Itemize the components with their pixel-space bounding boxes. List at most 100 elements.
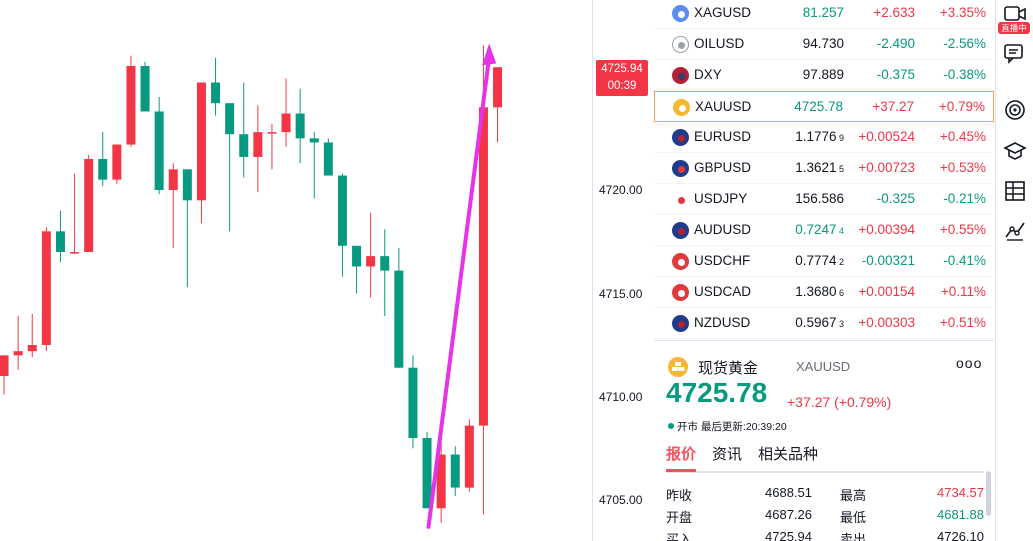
watchlist-change-percent: -0.21%	[943, 191, 986, 206]
candle-body	[380, 256, 390, 271]
candle-body	[225, 103, 235, 135]
watchlist-last-price: 0.5967 3	[795, 315, 844, 330]
watchlist-row[interactable]: XAGUSD 81.257 +2.633 +3.35%	[654, 0, 994, 29]
candle-body	[168, 169, 178, 190]
watchlist-symbol: AUDUSD	[694, 222, 752, 237]
watchlist-row[interactable]: XAUUSD 4725.78 +37.27 +0.79%	[654, 91, 994, 122]
candlestick-chart[interactable]	[0, 0, 592, 541]
watchlist-last-price: 1.3621 5	[795, 160, 844, 175]
strategy-icon[interactable]	[1003, 218, 1027, 242]
stat-value: 4688.51	[765, 485, 812, 500]
candle-body	[464, 425, 474, 488]
candle-body	[239, 134, 249, 157]
us-flag-icon	[672, 67, 689, 84]
tab-related[interactable]: 相关品种	[758, 443, 818, 464]
candle-body	[154, 111, 164, 190]
watchlist-last-price: 97.889	[802, 67, 844, 82]
calendar-icon[interactable]	[1003, 179, 1027, 203]
candle-body	[422, 438, 432, 509]
watchlist-change-percent: -2.56%	[943, 36, 986, 51]
live-badge: 直播中	[998, 22, 1030, 34]
chart-area[interactable]	[0, 0, 592, 541]
price-tick: 4720.00	[599, 183, 643, 197]
watchlist-change: +37.27	[872, 99, 914, 114]
candle-body	[281, 113, 291, 133]
watchlist-row[interactable]: USDCAD 1.3680 6 +0.00154 +0.11%	[654, 277, 994, 308]
scrollbar[interactable]	[986, 471, 991, 516]
candle-body	[408, 367, 418, 438]
nz-flag-icon	[672, 315, 689, 332]
watchlist-change-percent: +0.79%	[938, 99, 985, 114]
watchlist-last-price: 4725.78	[794, 99, 843, 114]
watchlist-last-price: 0.7247 4	[795, 222, 844, 237]
watchlist-row[interactable]: DXY 97.889 -0.375 -0.38%	[654, 60, 994, 91]
active-tab-indicator	[666, 469, 696, 472]
candle-body	[182, 169, 192, 201]
signal-icon[interactable]	[1003, 98, 1027, 122]
candle-body	[211, 82, 221, 104]
candle-body	[253, 132, 263, 157]
watchlist-change-percent: -0.41%	[943, 253, 986, 268]
candle-body	[112, 144, 122, 180]
price-tick: 4705.00	[599, 493, 643, 507]
candle-body	[394, 270, 404, 368]
watchlist-row[interactable]: AUDUSD 0.7247 4 +0.00394 +0.55%	[654, 215, 994, 246]
watchlist-change: -0.00321	[861, 253, 915, 268]
candle-body	[55, 231, 65, 252]
watchlist-symbol: XAUUSD	[695, 99, 752, 114]
watchlist-symbol: DXY	[694, 67, 722, 82]
price-tick: 4710.00	[599, 390, 643, 404]
tab-news[interactable]: 资讯	[712, 443, 742, 464]
more-options-button[interactable]: ooo	[956, 355, 982, 371]
watchlist-row[interactable]: GBPUSD 1.3621 5 +0.00723 +0.53%	[654, 153, 994, 184]
stat-value: 4681.88	[937, 507, 984, 522]
watchlist-change: +0.00524	[858, 129, 915, 144]
candle-body	[98, 159, 108, 180]
watchlist-row[interactable]: USDCHF 0.7774 2 -0.00321 -0.41%	[654, 246, 994, 277]
stat-value: 4725.94	[765, 529, 812, 541]
candle-body	[478, 107, 488, 426]
candle-body	[352, 245, 362, 267]
watchlist[interactable]: XAGUSD 81.257 +2.633 +3.35% OILUSD 94.730 -2.4…	[654, 0, 994, 339]
candle-body	[0, 355, 9, 376]
watchlist-last-price: 1.1776 9	[795, 129, 844, 144]
watchlist-row[interactable]: EURUSD 1.1776 9 +0.00524 +0.45%	[654, 122, 994, 153]
watchlist-symbol: OILUSD	[694, 36, 745, 51]
stat-label: 卖出	[840, 532, 867, 541]
candle-body	[323, 142, 333, 176]
candle-body	[126, 66, 136, 145]
gold-icon	[668, 357, 688, 377]
watchlist-change: +0.00394	[858, 222, 915, 237]
candle-body	[493, 67, 503, 108]
gold-icon	[673, 99, 690, 116]
tab-quote[interactable]: 报价	[666, 443, 696, 464]
status-dot-icon	[668, 423, 674, 429]
candle-body	[337, 175, 347, 246]
detail-symbol: XAUUSD	[796, 359, 851, 374]
watchlist-row[interactable]: OILUSD 94.730 -2.490 -2.56%	[654, 29, 994, 60]
watchlist-symbol: XAGUSD	[694, 5, 752, 20]
watchlist-row[interactable]: NZDUSD 0.5967 3 +0.00303 +0.51%	[654, 308, 994, 339]
stat-label: 最高	[840, 488, 867, 503]
candle-body	[84, 159, 94, 252]
symbol-detail-panel: 现货黄金 XAUUSD ooo 4725.78 +37.27 (+0.79%) …	[654, 340, 994, 541]
candle-body	[295, 113, 305, 139]
stat-label: 最低	[840, 510, 867, 525]
watchlist-change: +0.00723	[858, 160, 915, 175]
watchlist-change: +0.00154	[858, 284, 915, 299]
stat-label: 开盘	[666, 510, 693, 525]
academy-icon[interactable]	[1003, 139, 1027, 163]
watchlist-last-price: 156.586	[795, 191, 844, 206]
candle-body	[366, 256, 376, 267]
watchlist-change: +2.633	[873, 5, 915, 20]
candle-body	[450, 454, 460, 488]
candle-body	[309, 138, 319, 143]
chat-icon[interactable]	[1003, 42, 1027, 66]
bar-countdown: 00:39	[607, 80, 637, 92]
watchlist-row[interactable]: USDJPY 156.586 -0.325 -0.21%	[654, 184, 994, 215]
watchlist-symbol: GBPUSD	[694, 160, 752, 175]
watchlist-change: -0.375	[876, 67, 915, 82]
oil-icon	[672, 36, 689, 53]
watchlist-last-price: 1.3680 6	[795, 284, 844, 299]
eu-flag-icon	[672, 129, 689, 146]
